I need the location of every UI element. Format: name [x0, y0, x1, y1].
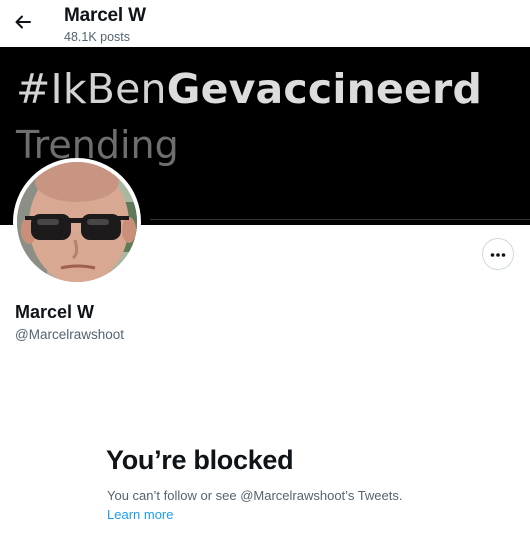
- banner-hashtag-bold: Gevaccineerd: [166, 65, 483, 113]
- learn-more-link[interactable]: Learn more: [107, 507, 173, 522]
- banner-divider: [150, 219, 530, 220]
- profile-page: Marcel W 48.1K posts #IkBenGevaccineerd …: [0, 0, 530, 536]
- more-horizontal-icon: [490, 245, 506, 263]
- top-bar: Marcel W 48.1K posts: [0, 0, 530, 47]
- more-button[interactable]: [482, 238, 514, 270]
- arrow-left-icon: [13, 12, 33, 37]
- back-button[interactable]: [6, 7, 40, 41]
- avatar[interactable]: [13, 158, 141, 286]
- blocked-description: You can’t follow or see @Marcelrawshoot’…: [107, 488, 403, 503]
- blocked-title: You’re blocked: [106, 445, 294, 475]
- header-title: Marcel W: [64, 5, 146, 26]
- banner-hashtag: #IkBenGevaccineerd: [16, 65, 482, 113]
- profile-name: Marcel W: [15, 302, 95, 322]
- profile-handle: @Marcelrawshoot: [15, 327, 124, 342]
- banner-hashtag-prefix: #IkBen: [16, 65, 167, 113]
- profile-photo: [17, 162, 137, 282]
- posts-count: 48.1K posts: [64, 30, 131, 44]
